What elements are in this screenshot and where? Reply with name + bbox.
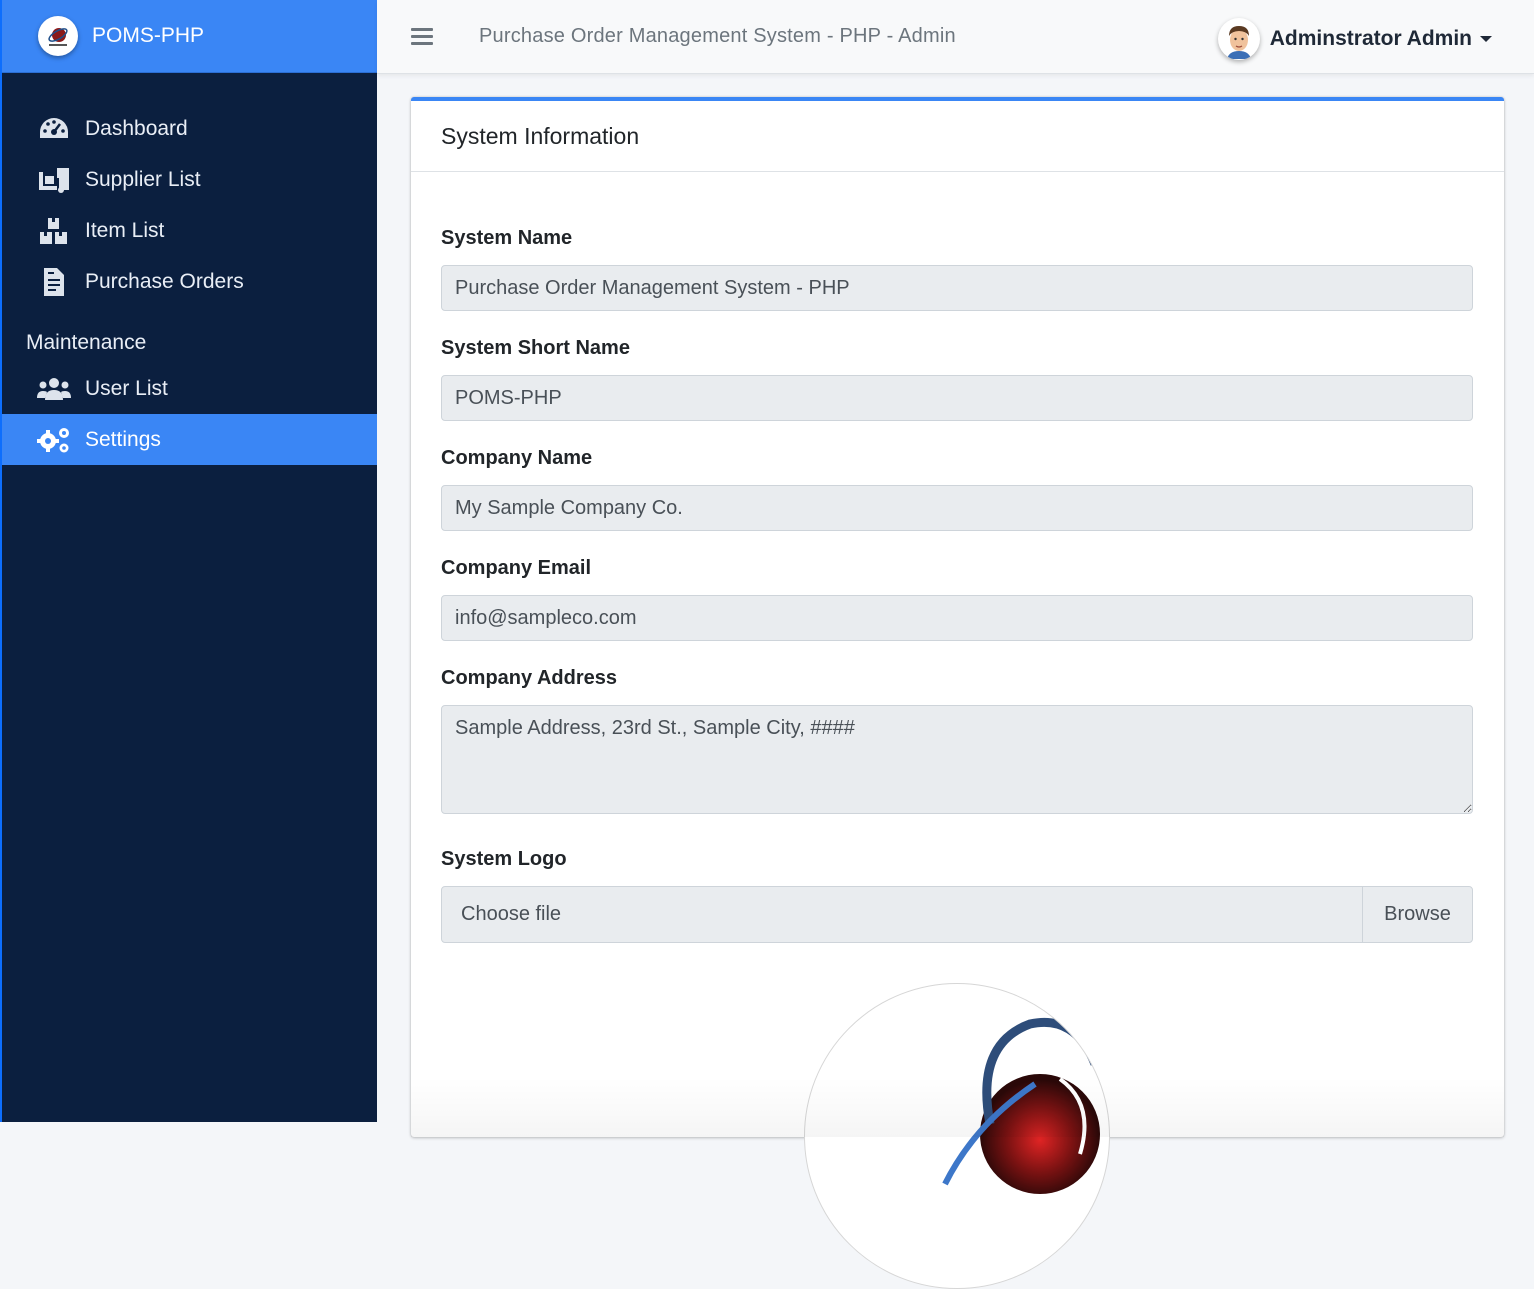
users-icon (37, 374, 71, 404)
file-invoice-icon (37, 267, 71, 297)
sidebar-item-label: User List (85, 376, 168, 400)
sidebar-item-purchase-orders[interactable]: Purchase Orders (2, 256, 377, 307)
user-name: Adminstrator Admin (1269, 27, 1472, 50)
sidebar-nav: Dashboard Supplier List Item List Purcha… (2, 73, 377, 465)
company-email-label: Company Email (441, 557, 592, 579)
sidebar-item-label: Item List (85, 218, 165, 242)
sidebar-item-supplier-list[interactable]: Supplier List (2, 154, 377, 205)
avatar (1217, 18, 1260, 60)
sidebar-item-label: Supplier List (85, 167, 201, 191)
card-title: System Information (411, 101, 1504, 172)
topbar: Purchase Order Management System - PHP -… (377, 0, 1534, 74)
hamburger-menu-icon[interactable] (411, 24, 433, 49)
settings-form: System Name System Short Name Company Na… (411, 172, 1504, 943)
sidebar-item-item-list[interactable]: Item List (2, 205, 377, 256)
brand-link[interactable]: POMS-PHP (2, 0, 377, 73)
system-information-card: System Information System Name System Sh… (411, 97, 1504, 1289)
brand-name: POMS-PHP (92, 24, 205, 47)
system-name-input[interactable] (441, 265, 1473, 311)
tachometer-icon (37, 114, 71, 144)
system-logo-file-input[interactable]: Choose file Browse (441, 886, 1473, 943)
sidebar-item-label: Settings (85, 427, 161, 451)
truck-loading-icon (37, 165, 71, 195)
company-address-label: Company Address (441, 667, 617, 689)
system-name-label: System Name (441, 227, 573, 249)
sidebar-section-header: Maintenance (26, 331, 147, 354)
browse-button[interactable]: Browse (1362, 887, 1472, 942)
system-logo-label: System Logo (441, 848, 567, 870)
user-menu-dropdown[interactable]: Adminstrator Admin (1217, 18, 1492, 60)
caret-down-icon (1480, 36, 1492, 42)
sidebar-item-label: Purchase Orders (85, 269, 244, 293)
file-input-label[interactable]: Choose file (442, 903, 1362, 926)
company-name-input[interactable] (441, 485, 1473, 531)
sidebar: POMS-PHP Dashboard Supplier List Item Li… (0, 0, 377, 1122)
sidebar-item-label: Dashboard (85, 116, 188, 140)
system-short-name-label: System Short Name (441, 337, 630, 359)
cogs-icon (37, 425, 71, 455)
company-email-input[interactable] (441, 595, 1473, 641)
company-address-textarea[interactable]: Sample Address, 23rd St., Sample City, #… (441, 705, 1473, 814)
sidebar-item-settings[interactable]: Settings (2, 414, 377, 465)
boxes-icon (37, 216, 71, 246)
system-short-name-input[interactable] (441, 375, 1473, 421)
company-name-label: Company Name (441, 447, 593, 469)
page-title: Purchase Order Management System - PHP -… (479, 25, 956, 47)
planet-logo-icon (38, 16, 78, 56)
sidebar-item-user-list[interactable]: User List (2, 363, 377, 414)
sidebar-item-dashboard[interactable]: Dashboard (2, 103, 377, 154)
